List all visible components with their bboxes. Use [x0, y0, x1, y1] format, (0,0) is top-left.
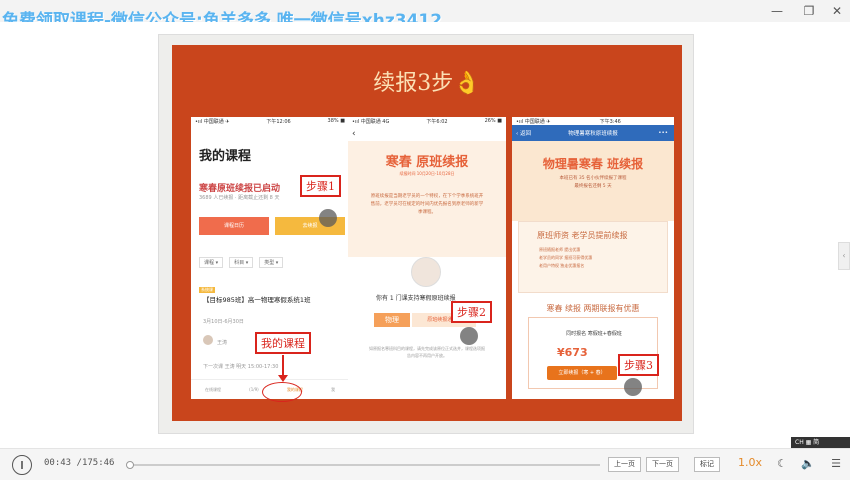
speed-button[interactable]: 1.0x [738, 456, 762, 469]
step3-label: 步骤3 [618, 354, 659, 376]
next-lesson: 下一次课 王涛 明天 15:00-17:30 [203, 364, 279, 370]
cursor-dot [319, 209, 337, 227]
status-time: 下午6:02 [426, 119, 448, 125]
avatar [203, 335, 213, 345]
list-item: 老用户特权 独走优惠报名 [539, 263, 585, 268]
time-readout: 00:43 /175:46 [44, 458, 114, 468]
page-title: 我的课程 [199, 149, 252, 164]
footnote: 如原报名寒班科目的课程，请先完成该原位正式选并，课程选项报告内容不再用户开放。 [369, 346, 485, 358]
time-current: 00:43 [44, 458, 72, 468]
phone-screen-2: •ııl 中国联通 4G 下午6:02 26% ■ ‹ 寒春 原班续报 续报时间… [348, 117, 506, 399]
renewal-promo-sub: 3689 人已续报 · 距离截止还剩 8 天 [199, 195, 280, 201]
nav-title: 物理暑寒秋原班续报 [568, 131, 618, 137]
status-carrier: •ııl 中国联通 ✈ [516, 119, 551, 125]
renewal-notice: 你有 1 门课支持寒假原班续报 [376, 295, 456, 302]
status-time: 下午12:06 [266, 119, 291, 125]
pause-button[interactable]: ‖ [12, 455, 32, 475]
renewal-hero: 寒春 原班续报 续报时间 10月20日-10月28日 原班续报是当期老学员的一个… [348, 141, 506, 257]
status-bar: •ııl 中国联通 ✈ 下午12:06 38% ■ [191, 117, 349, 126]
course-title: 【目标985班】高一物理寒假系统1班 [203, 296, 311, 304]
filter-type: 类型 ▾ [259, 257, 284, 268]
nav-bar: ‹ 返回 物理暑寒秋原班续报 ••• [512, 125, 674, 141]
tab-messages: (1/9) [249, 387, 259, 392]
back-icon: ‹ [352, 129, 356, 139]
status-time: 下午3:46 [599, 119, 621, 125]
teacher-name: 王涛 [217, 340, 228, 346]
cursor-dot [624, 378, 642, 396]
more-icon: ••• [658, 130, 668, 136]
close-icon[interactable]: ✕ [828, 2, 846, 20]
hero-title: 寒春 原班续报 [385, 155, 469, 170]
status-carrier: •ııl 中国联通 4G [352, 119, 390, 125]
time-separator: / [71, 458, 82, 468]
my-course-label: 我的课程 [255, 332, 311, 354]
side-panel-handle[interactable]: ‹ [838, 242, 850, 270]
progress-handle[interactable] [125, 461, 134, 469]
benefit-title: 原班师资 老学员提前续报 [537, 231, 628, 240]
slide-board: 续报3步👌 •ııl 中国联通 ✈ 下午12:06 38% ■ 我的课程 寒春原… [172, 45, 682, 421]
bundle-title: 寒春 续报 两期联报有优惠 [546, 304, 640, 313]
highlight-ring [262, 382, 302, 402]
tab-me: 我 [330, 386, 335, 392]
list-item: 老学员的同学 报班可获得优惠 [539, 255, 593, 260]
hero-date: 续报时间 10月20日-10月28日 [399, 171, 455, 176]
status-bar: •ııl 中国联通 4G 下午6:02 26% ■ [348, 117, 506, 126]
step1-label: 步骤1 [300, 175, 341, 197]
cursor-dot [460, 327, 478, 345]
arrow-head [278, 375, 288, 382]
status-battery: 26% ■ [484, 118, 502, 124]
filter-subject: 科目 ▾ [229, 257, 254, 268]
bundle-card: 同时报名 寒假班+春假班 ¥673 立即续报（寒 + 春） [528, 317, 658, 389]
progress-bar[interactable] [125, 461, 600, 469]
banner-title: 物理暑寒春 班续报 [542, 157, 644, 171]
renew-now-button: 立即续报（寒 + 春） [547, 366, 617, 380]
filter-course: 课程 ▾ [199, 257, 224, 268]
renewal-promo: 寒春原班续报已启动 [199, 184, 281, 194]
slide-title: 续报3步👌 [373, 71, 481, 96]
title-bar: 免费领取课程-微信公众号:鱼羊多多 唯一微信号xhz3412 — ❐ ✕ [0, 0, 850, 31]
phone-screen-1: •ııl 中国联通 ✈ 下午12:06 38% ■ 我的课程 寒春原班续报已启动… [191, 117, 349, 399]
banner-subtitle: 本班已有 35 名小伙伴续报了课程 最终报名还剩 5 天 [559, 176, 627, 189]
tab-online-course: 在线课程 [205, 386, 222, 392]
playlist-menu-icon[interactable]: ☰ [828, 456, 844, 472]
prev-page-button[interactable]: 上一页 [608, 457, 641, 472]
course-calendar-button: 课程日历 [199, 217, 269, 235]
benefit-card: 原班师资 老学员提前续报 原班随报老师 提出优惠 老学员的同学 报班可获得优惠 … [518, 221, 668, 293]
mascot-avatar [411, 257, 441, 287]
benefit-list: 原班随报老师 提出优惠 老学员的同学 报班可获得优惠 老用户特权 独走优惠报名 [539, 246, 592, 270]
maximize-icon[interactable]: ❐ [800, 2, 818, 20]
minimize-icon[interactable]: — [768, 2, 786, 20]
video-stage: 续报3步👌 •ııl 中国联通 ✈ 下午12:06 38% ■ 我的课程 寒春原… [0, 22, 850, 448]
volume-icon[interactable]: 🔈 [800, 456, 816, 472]
hero-description: 原班续报是当期老学员的一个特权，在下个学季系统班开售前，老学员可在规定的时间内优… [370, 194, 484, 215]
time-total: 175:46 [81, 458, 115, 468]
bundle-line: 同时报名 寒假班+春假班 [566, 331, 622, 337]
renewal-banner: 物理暑寒春 班续报 本班已有 35 名小伙伴续报了课程 最终报名还剩 5 天 [512, 141, 674, 221]
filter-row: 课程 ▾ 科目 ▾ 类型 ▾ [199, 257, 284, 268]
slide-frame: 续报3步👌 •ııl 中国联通 ✈ 下午12:06 38% ■ 我的课程 寒春原… [158, 34, 694, 434]
course-date: 3月10日-6月30日 [203, 319, 244, 325]
status-carrier: •ııl 中国联通 ✈ [195, 119, 230, 125]
status-battery: 38% ■ [327, 118, 345, 124]
arrow-line [282, 355, 284, 375]
list-item: 原班随报老师 提出优惠 [539, 247, 581, 252]
bundle-price: ¥673 [557, 346, 588, 359]
night-mode-icon[interactable]: ☾ [774, 456, 790, 472]
course-tag: 系统课 [199, 287, 215, 293]
player-control-bar: ‖ 00:43 /175:46 上一页 下一页 标记 1.0x ☾ 🔈 ☰ [0, 448, 850, 480]
mark-button[interactable]: 标记 [694, 457, 720, 472]
step2-label: 步骤2 [451, 301, 492, 323]
subject-badge: 物理 [374, 313, 410, 327]
next-page-button[interactable]: 下一页 [646, 457, 679, 472]
